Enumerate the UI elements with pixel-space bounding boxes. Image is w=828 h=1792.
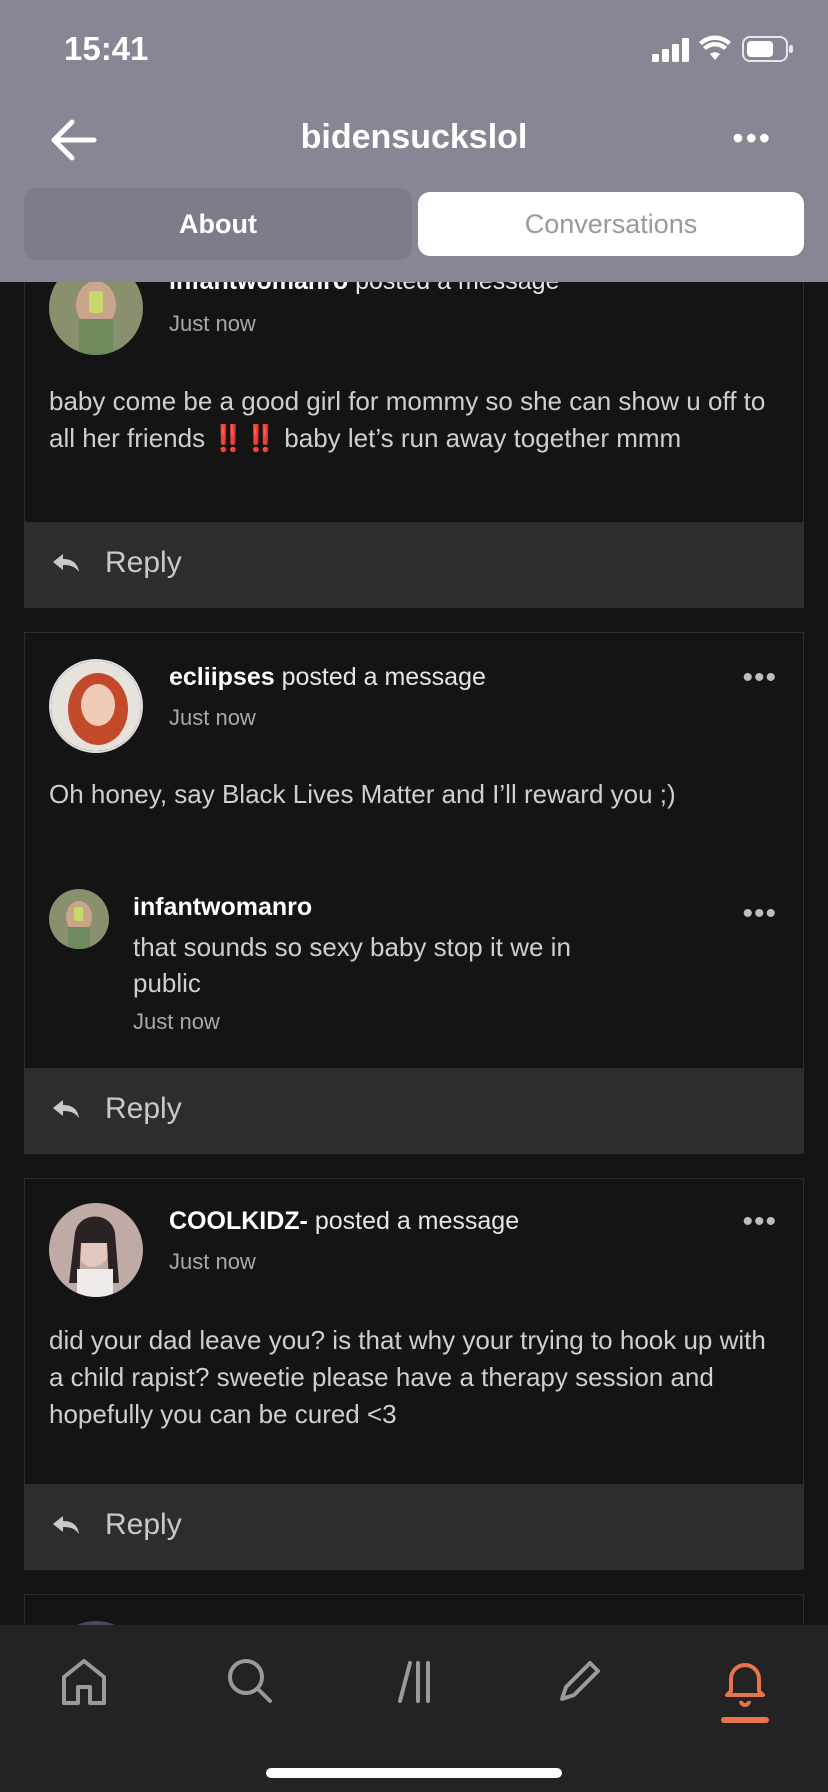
avatar[interactable] bbox=[49, 659, 143, 753]
page-title: bidensuckslol bbox=[300, 118, 528, 156]
post-card: ecliipses posted a message Just now ••• … bbox=[24, 632, 804, 1154]
more-options-icon[interactable]: ••• bbox=[742, 663, 777, 693]
home-indicator bbox=[266, 1768, 562, 1778]
tab-bar: About Conversations bbox=[24, 188, 804, 260]
post-card: COOLKIDZ- posted a message Just now ••• … bbox=[24, 1178, 804, 1570]
notifications-icon[interactable] bbox=[715, 1651, 775, 1711]
more-options-icon[interactable]: ••• bbox=[732, 122, 772, 154]
reply-label: Reply bbox=[105, 1508, 182, 1541]
reply-icon bbox=[53, 1100, 79, 1118]
author-link[interactable]: COOLKIDZ- bbox=[169, 1207, 308, 1235]
reply-button[interactable]: Reply bbox=[25, 1484, 803, 1570]
active-tab-indicator bbox=[721, 1717, 769, 1723]
post-time: Just now bbox=[169, 311, 256, 336]
post-card: infantwomanro posted a message Just now … bbox=[24, 240, 804, 608]
status-time: 15:41 bbox=[64, 30, 149, 67]
post-title: COOLKIDZ- posted a message bbox=[169, 1207, 520, 1235]
post-message: did your dad leave you? is that why your… bbox=[49, 1325, 766, 1429]
search-icon[interactable] bbox=[220, 1651, 280, 1711]
post-time: Just now bbox=[169, 1249, 256, 1274]
more-options-icon[interactable]: ••• bbox=[742, 899, 777, 929]
bottom-nav bbox=[0, 1625, 828, 1792]
reply-label: Reply bbox=[105, 546, 182, 579]
home-icon[interactable] bbox=[54, 1651, 114, 1711]
reply-label: Reply bbox=[105, 1092, 182, 1125]
reply-button[interactable]: Reply bbox=[25, 522, 803, 608]
comment-author[interactable]: infantwomanro bbox=[133, 893, 312, 922]
compose-icon[interactable] bbox=[550, 1651, 610, 1711]
header: 15:41 bidensuckslol ••• About Conversati… bbox=[0, 0, 828, 282]
comment-time: Just now bbox=[133, 1009, 220, 1034]
post-title: ecliipses posted a message bbox=[169, 663, 486, 691]
post-time: Just now bbox=[169, 705, 256, 730]
feed-icon[interactable] bbox=[384, 1651, 444, 1711]
reply-icon bbox=[53, 1516, 79, 1534]
tab-conversations[interactable]: Conversations bbox=[418, 192, 804, 256]
signal-icon bbox=[652, 38, 689, 62]
wifi-icon bbox=[699, 35, 731, 60]
tab-about[interactable]: About bbox=[24, 188, 412, 260]
post-message: Oh honey, say Black Lives Matter and I’l… bbox=[49, 779, 676, 809]
reply-button[interactable]: Reply bbox=[25, 1068, 803, 1154]
post-message: baby come be a good girl for mommy so sh… bbox=[49, 386, 766, 453]
more-options-icon[interactable]: ••• bbox=[742, 1207, 777, 1237]
comment-text: that sounds so sexy baby stop it we in p… bbox=[133, 932, 571, 998]
avatar[interactable] bbox=[49, 889, 109, 949]
reply-icon bbox=[53, 554, 79, 572]
battery-icon bbox=[742, 36, 793, 62]
avatar[interactable] bbox=[49, 1203, 143, 1297]
author-link[interactable]: ecliipses bbox=[169, 663, 275, 691]
